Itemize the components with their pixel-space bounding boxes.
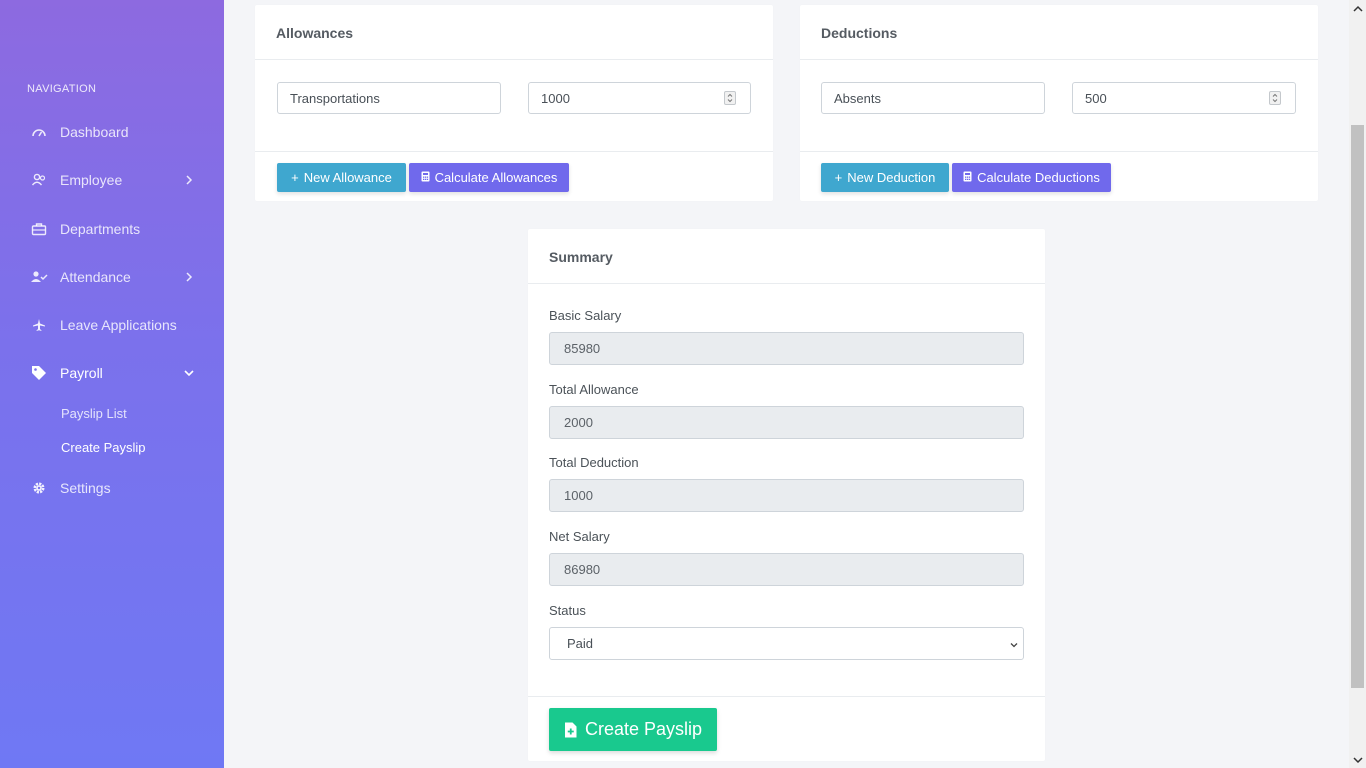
sidebar-item-leave-applications[interactable]: Leave Applications [0,308,224,342]
new-deduction-label: New Deduction [847,170,936,185]
allowance-amount-input[interactable]: 1000 [528,82,751,114]
deduction-amount-value: 500 [1085,90,1107,106]
create-payslip-button[interactable]: Create Payslip [549,708,717,751]
sidebar-item-label: Leave Applications [60,317,177,333]
net-salary-label: Net Salary [549,529,610,544]
summary-title: Summary [549,249,613,265]
employee-users-icon [30,171,48,189]
total-allowance-field: 2000 [549,406,1024,439]
divider [800,59,1318,60]
scroll-up-icon[interactable] [1352,3,1363,14]
divider [255,151,773,152]
sidebar-subitem-create-payslip[interactable]: Create Payslip [61,440,146,455]
scroll-down-icon[interactable] [1352,754,1363,765]
chevron-down-icon [182,366,196,380]
create-payslip-label: Create Payslip [584,719,703,739]
number-spinner-icon[interactable] [724,91,736,105]
vertical-scrollbar[interactable] [1349,0,1366,768]
sidebar-subitem-payslip-list[interactable]: Payslip List [61,406,127,421]
calculator-icon [421,170,430,185]
basic-salary-label: Basic Salary [549,308,622,323]
sidebar-item-attendance[interactable]: Attendance [0,260,224,294]
total-allowance-label: Total Allowance [549,382,639,397]
sidebar: NAVIGATION Dashboard Employee Department… [0,0,224,768]
divider [255,59,773,60]
new-allowance-button[interactable]: + New Allowance [277,163,406,192]
calculate-deductions-button[interactable]: Calculate Deductions [952,163,1111,192]
calculate-allowances-label: Calculate Allowances [434,170,558,185]
deductions-title: Deductions [821,25,898,41]
gear-icon [30,479,48,497]
sidebar-item-dashboard[interactable]: Dashboard [0,115,224,149]
calculate-allowances-button[interactable]: Calculate Allowances [409,163,569,192]
calculator-icon [963,170,972,185]
new-allowance-label: New Allowance [303,170,392,185]
total-deduction-field: 1000 [549,479,1024,512]
basic-salary-field: 85980 [549,332,1024,365]
scrollbar-thumb[interactable] [1351,125,1364,688]
divider [528,283,1045,284]
deductions-card: Deductions Absents 500 + New Deduction C… [800,5,1318,201]
airplane-icon [30,316,48,334]
status-selected-value: Paid [567,636,594,651]
sidebar-item-label: Dashboard [60,124,129,140]
new-deduction-button[interactable]: + New Deduction [821,163,949,192]
plus-icon: + [291,170,299,185]
number-spinner-icon[interactable] [1269,91,1281,105]
summary-card: Summary Basic Salary 85980 Total Allowan… [528,229,1045,761]
sidebar-item-label: Departments [60,221,141,237]
sidebar-item-settings[interactable]: Settings [0,471,224,505]
allowance-name-input[interactable]: Transportations [277,82,501,114]
sidebar-item-payroll[interactable]: Payroll [0,356,224,390]
sidebar-item-departments[interactable]: Departments [0,212,224,246]
chevron-down-icon [1009,638,1019,653]
deduction-amount-input[interactable]: 500 [1072,82,1296,114]
net-salary-field: 86980 [549,553,1024,586]
briefcase-icon [30,220,48,238]
tag-icon [30,364,48,382]
dashboard-gauge-icon [30,123,48,141]
plus-icon: + [834,170,843,185]
total-deduction-label: Total Deduction [549,455,639,470]
sidebar-item-label: Attendance [60,269,131,285]
sidebar-item-employee[interactable]: Employee [0,163,224,197]
divider [800,151,1318,152]
status-label: Status [549,603,586,618]
user-check-icon [30,268,48,286]
allowances-card: Allowances Transportations 1000 + New Al… [255,5,773,201]
nav-heading: NAVIGATION [27,83,97,95]
chevron-right-icon [182,173,196,187]
allowance-amount-value: 1000 [541,90,570,106]
sidebar-item-label: Employee [60,172,123,188]
deduction-name-input[interactable]: Absents [821,82,1045,114]
status-select[interactable]: Paid [549,627,1024,660]
chevron-right-icon [182,270,196,284]
allowances-title: Allowances [276,25,354,41]
sidebar-item-label: Payroll [60,365,103,381]
file-plus-icon [564,722,577,738]
calculate-deductions-label: Calculate Deductions [977,170,1100,185]
sidebar-item-label: Settings [60,480,111,496]
divider [528,696,1045,697]
